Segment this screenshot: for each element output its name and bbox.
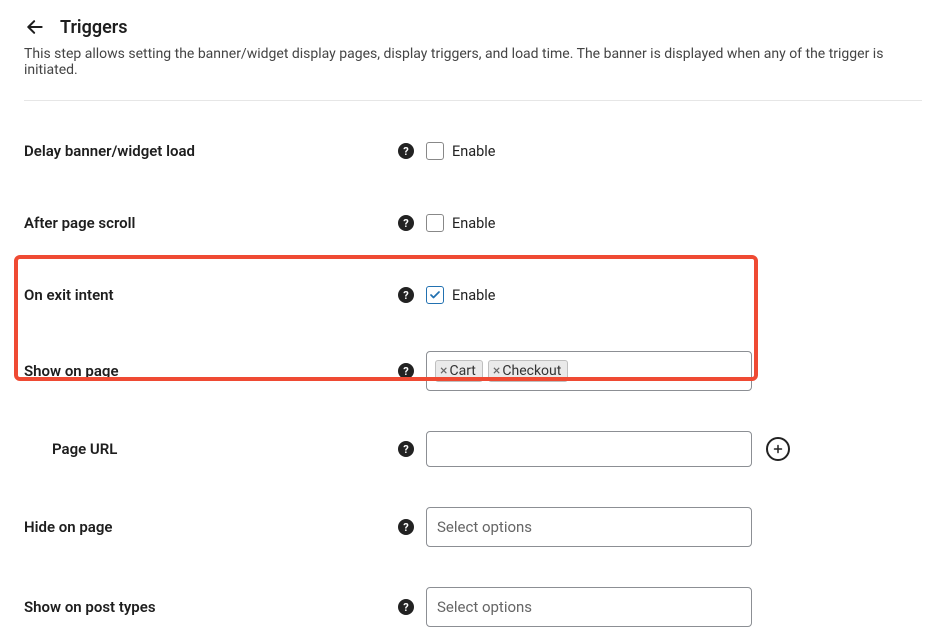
label-show-on-post-types: Show on post types <box>24 598 156 616</box>
multiselect-show-on-page[interactable]: × Cart × Checkout <box>426 351 752 391</box>
help-icon[interactable]: ? <box>398 287 414 303</box>
checkbox-exit-intent[interactable] <box>426 286 444 304</box>
row-show-on-page: Show on page ? × Cart × Checkout <box>24 351 922 391</box>
form: Delay banner/widget load ? Enable After … <box>24 135 922 627</box>
help-icon[interactable]: ? <box>398 599 414 615</box>
enable-label: Enable <box>452 215 496 232</box>
tag-remove-icon[interactable]: × <box>440 364 447 378</box>
add-button[interactable] <box>766 437 790 461</box>
input-page-url[interactable] <box>426 431 752 467</box>
help-icon[interactable]: ? <box>398 441 414 457</box>
row-after-scroll: After page scroll ? Enable <box>24 207 922 239</box>
row-hide-on-page: Hide on page ? Select options <box>24 507 922 547</box>
multiselect-hide-on-page[interactable]: Select options <box>426 507 752 547</box>
label-hide-on-page: Hide on page <box>24 518 112 536</box>
page-description: This step allows setting the banner/widg… <box>24 46 922 78</box>
placeholder: Select options <box>435 598 532 616</box>
help-icon[interactable]: ? <box>398 215 414 231</box>
enable-label: Enable <box>452 143 496 160</box>
placeholder: Select options <box>435 518 532 536</box>
tag-remove-icon[interactable]: × <box>493 364 500 378</box>
multiselect-show-on-post-types[interactable]: Select options <box>426 587 752 627</box>
checkbox-delay-load[interactable] <box>426 142 444 160</box>
row-show-on-post-types: Show on post types ? Select options <box>24 587 922 627</box>
label-exit-intent: On exit intent <box>24 286 114 304</box>
row-exit-intent: On exit intent ? Enable <box>24 279 922 311</box>
row-delay-load: Delay banner/widget load ? Enable <box>24 135 922 167</box>
label-delay-load: Delay banner/widget load <box>24 142 195 160</box>
checkbox-after-scroll[interactable] <box>426 214 444 232</box>
label-show-on-page: Show on page <box>24 362 119 380</box>
help-icon[interactable]: ? <box>398 519 414 535</box>
page-title: Triggers <box>60 17 128 38</box>
help-icon[interactable]: ? <box>398 363 414 379</box>
tag: × Checkout <box>488 360 568 382</box>
label-after-scroll: After page scroll <box>24 214 135 232</box>
row-page-url: Page URL ? <box>24 431 922 467</box>
enable-label: Enable <box>452 287 496 304</box>
help-icon[interactable]: ? <box>398 143 414 159</box>
label-page-url: Page URL <box>52 440 117 458</box>
tag: × Cart <box>435 360 483 382</box>
back-button[interactable] <box>24 16 46 38</box>
tag-label: Cart <box>449 363 475 379</box>
tag-label: Checkout <box>502 363 561 379</box>
divider <box>24 100 922 101</box>
